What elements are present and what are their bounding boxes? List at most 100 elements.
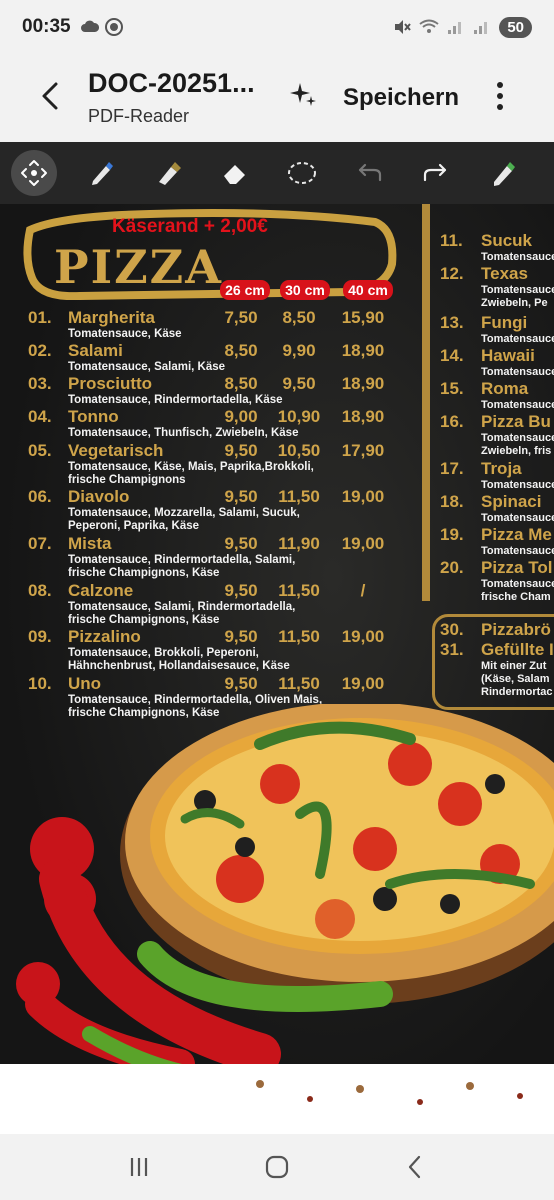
price-26: 8,50 (224, 374, 258, 393)
tool-pencil[interactable] (469, 142, 536, 204)
item-number: 01. (28, 308, 52, 327)
item-name: Pizzabrö (481, 620, 551, 639)
size-30: 30 cm (280, 280, 330, 300)
eraser-icon (223, 165, 245, 184)
battery-badge: 50 (499, 16, 532, 38)
item-number: 05. (28, 441, 52, 460)
item-description: Tomatensauce (481, 479, 554, 491)
item-description: Tomatensauce Zwiebeln, Pe (481, 284, 554, 309)
size-26: 26 cm (220, 280, 270, 300)
price-26: 7,50 (224, 308, 258, 327)
pizza-heading: PIZZA (54, 240, 223, 294)
pizza-illustration (0, 704, 554, 1134)
price-40: 18,90 (341, 341, 385, 360)
item-description: Tomatensauce, Rindermortadella, Käse (68, 394, 283, 406)
item-name: Gefüllte I (481, 640, 554, 659)
signal-icon (448, 22, 462, 34)
price-30: 11,90 (278, 534, 320, 553)
price-40: 19,00 (341, 534, 385, 553)
item-description: Tomatensauce (481, 512, 554, 524)
tool-move[interactable] (0, 142, 67, 204)
item-description: Tomatensauce Zwiebeln, fris (481, 432, 554, 457)
item-number: 10. (28, 674, 52, 693)
media-play-icon (104, 18, 123, 36)
item-number: 07. (28, 534, 52, 553)
price-26: 9,50 (224, 627, 258, 646)
save-button[interactable]: Speichern (343, 84, 459, 112)
tool-eraser[interactable] (201, 142, 268, 204)
more-options-icon[interactable] (488, 78, 512, 114)
price-40: / (360, 581, 366, 600)
lasso-icon (287, 162, 316, 184)
tool-pen[interactable] (67, 142, 134, 204)
item-number: 02. (28, 341, 52, 360)
item-description: Tomatensauce frische Cham (481, 578, 554, 603)
document-title: DOC-20251... (88, 68, 255, 98)
price-26: 9,50 (224, 674, 258, 693)
price-30: 10,50 (277, 441, 321, 460)
price-30: 11,50 (278, 487, 320, 506)
column-divider (422, 204, 430, 601)
item-name: Diavolo (68, 487, 130, 506)
item-description: Tomatensauce (481, 399, 554, 411)
item-number: 18. (440, 492, 464, 511)
tool-undo[interactable] (335, 142, 402, 204)
item-number: 06. (28, 487, 52, 506)
item-number: 30. (440, 620, 464, 639)
item-number: 19. (440, 525, 464, 544)
price-40: 19,00 (341, 674, 385, 693)
item-name: Calzone (68, 581, 134, 600)
item-number: 11. (440, 231, 463, 250)
item-description: Tomatensauce, Salami, Käse (68, 361, 226, 373)
back-arrow-icon[interactable] (34, 78, 70, 114)
item-name: Margherita (68, 308, 155, 327)
status-time: 00:35 (22, 16, 71, 37)
price-40: 15,90 (341, 308, 385, 327)
mute-icon (395, 20, 412, 34)
back-nav-icon[interactable] (401, 1153, 429, 1181)
item-number: 13. (440, 313, 464, 332)
item-name: Hawaii (481, 346, 535, 365)
item-name: Vegetarisch (68, 441, 164, 460)
status-icons-left (80, 18, 123, 36)
item-number: 14. (440, 346, 464, 365)
item-description: Tomatensauce, Käse, Mais, Paprika,Brokko… (68, 461, 314, 486)
price-30: 9,50 (282, 374, 316, 393)
undo-icon (358, 163, 381, 182)
item-name: Mista (68, 534, 112, 553)
item-description: Tomatensauce, Brokkoli, Peperoni, Hähnch… (68, 647, 290, 672)
item-number: 03. (28, 374, 52, 393)
item-name: Tonno (68, 407, 119, 426)
pdf-page[interactable]: Käserand + 2,00€ PIZZA 26 cm 30 cm 40 cm… (0, 204, 554, 1134)
item-description: Tomatensauce, Rindermortadella, Salami, … (68, 554, 296, 579)
price-30: 8,50 (282, 308, 316, 327)
recent-apps-icon[interactable] (125, 1153, 153, 1181)
tool-redo[interactable] (402, 142, 469, 204)
item-description: Tomatensauce (481, 251, 554, 263)
price-40: 17,90 (341, 441, 385, 460)
item-description: Tomatensauce, Thunfisch, Zwiebeln, Käse (68, 427, 299, 439)
item-name: Pizza Tol (481, 558, 553, 577)
item-number: 04. (28, 407, 52, 426)
item-description: Tomatensauce, Salami, Rindermortadella, … (68, 601, 296, 626)
price-40: 19,00 (341, 487, 385, 506)
home-icon[interactable] (263, 1153, 291, 1181)
price-30: 11,50 (278, 627, 320, 646)
item-name: Pizza Me (481, 525, 552, 544)
item-number: 08. (28, 581, 52, 600)
tool-highlighter[interactable] (134, 142, 201, 204)
price-30: 9,90 (282, 341, 316, 360)
signal2-icon (474, 22, 488, 34)
ai-sparkle-icon[interactable] (288, 80, 318, 110)
move-icon (20, 160, 47, 186)
item-name: Uno (68, 674, 102, 693)
price-40: 18,90 (341, 374, 385, 393)
item-name: Texas (481, 264, 528, 283)
tool-lasso[interactable] (268, 142, 335, 204)
app-header: DOC-20251... PDF-Reader Speichern (0, 54, 554, 142)
price-26: 9,50 (224, 441, 258, 460)
item-number: 31. (440, 640, 464, 659)
item-number: 17. (440, 459, 464, 478)
annotation-toolbar (0, 142, 554, 204)
highlighter-icon (158, 162, 181, 185)
